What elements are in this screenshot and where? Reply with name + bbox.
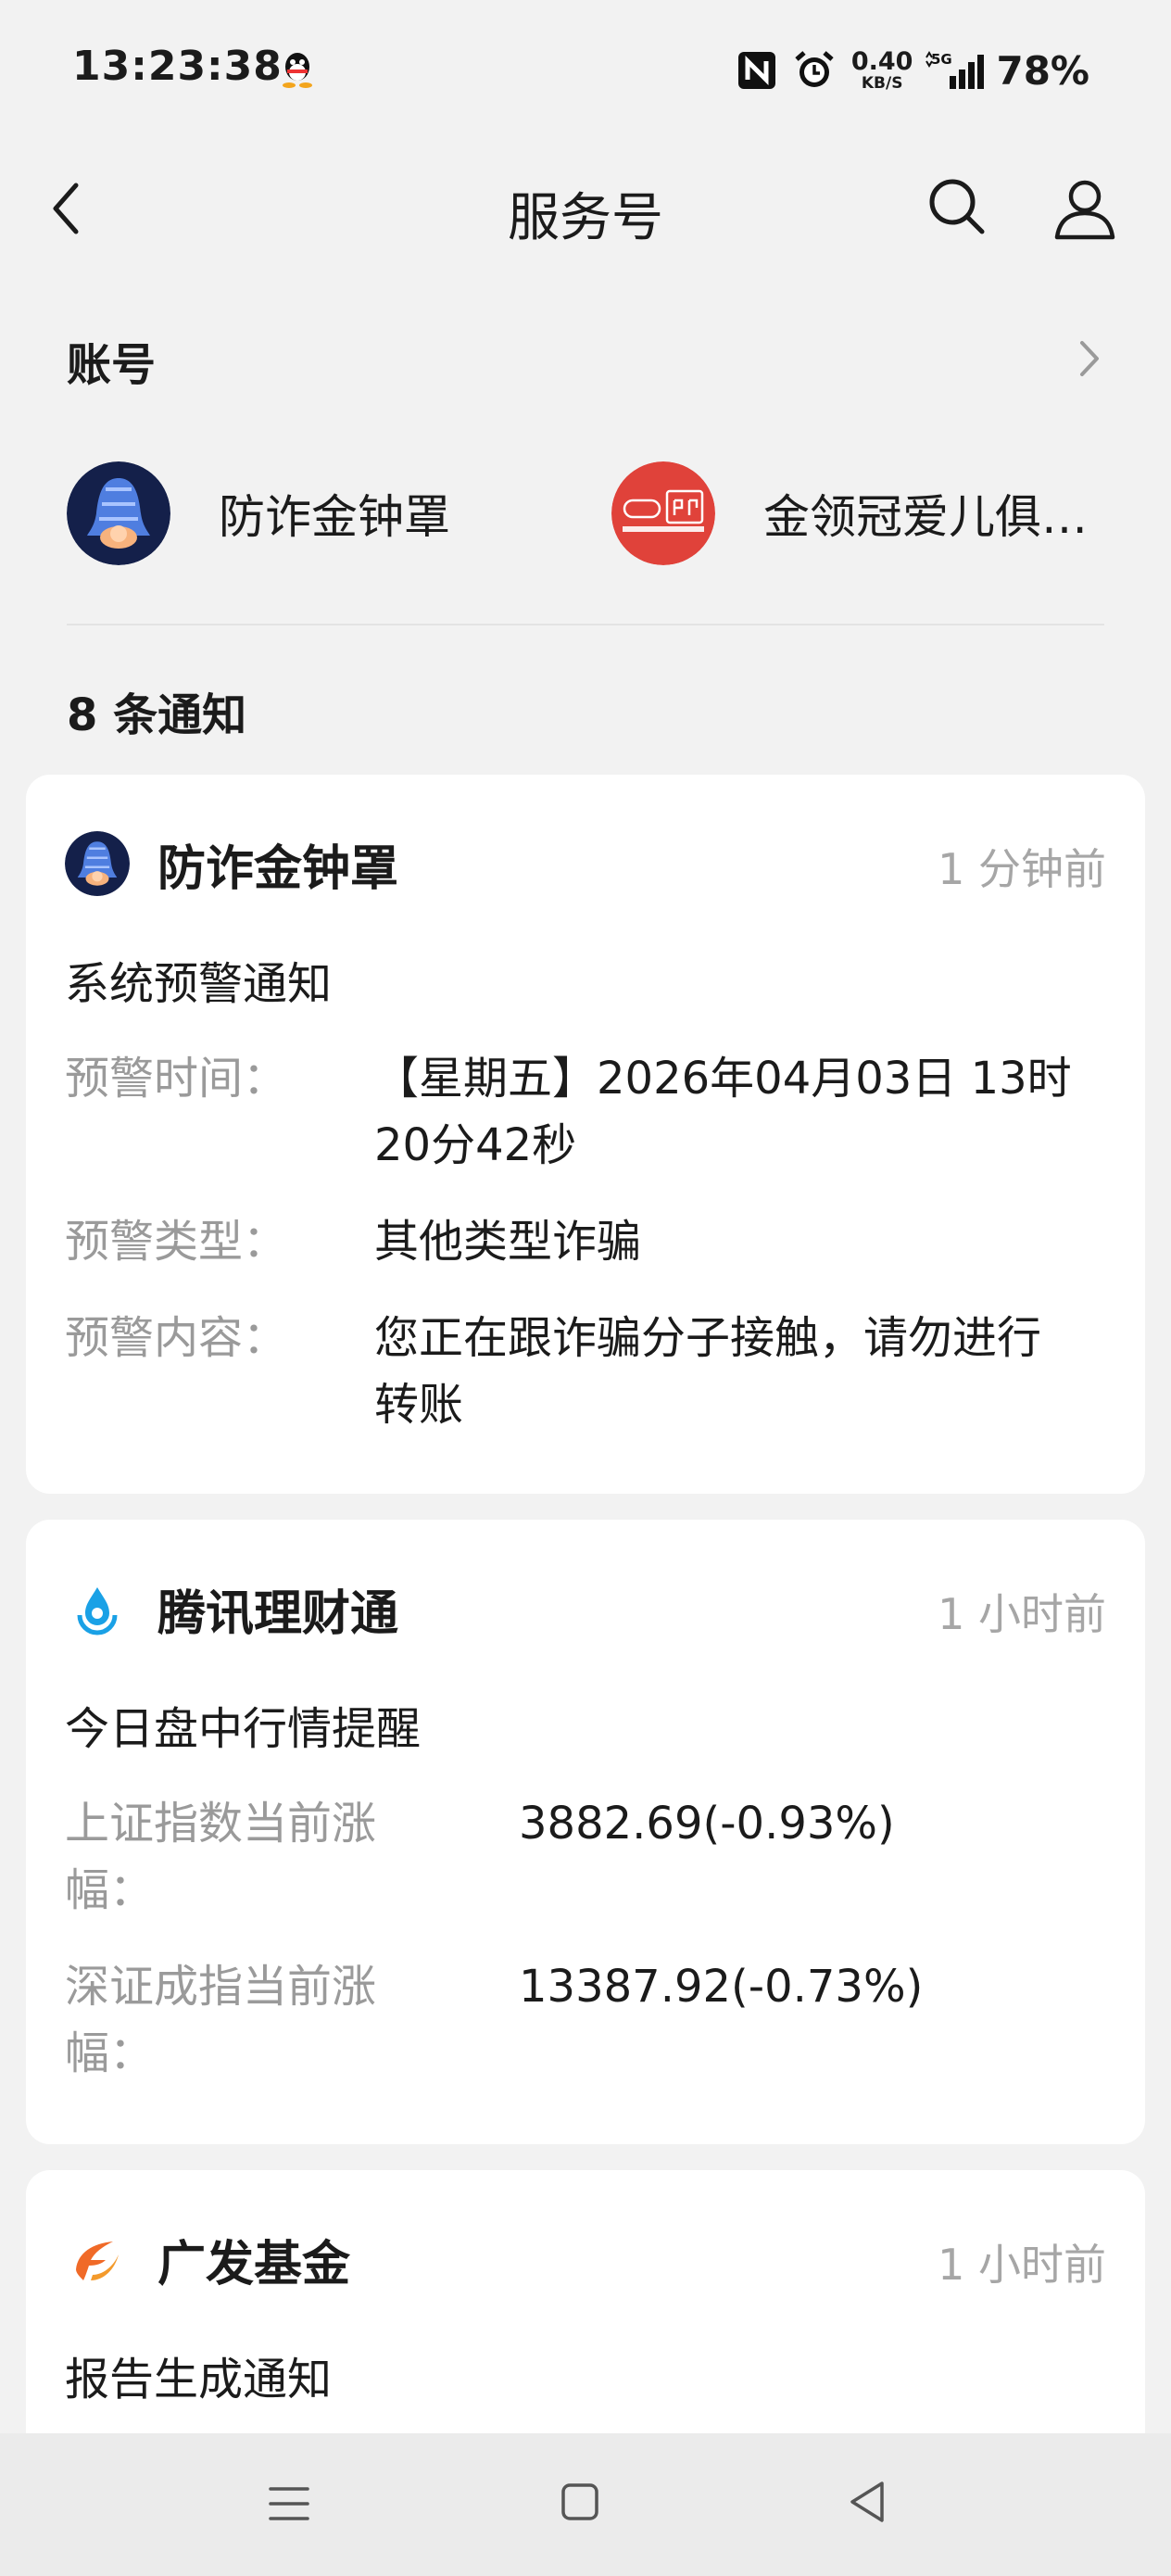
card-subject: 报告生成通知 xyxy=(65,2354,333,2406)
card-subject: 系统预警通知 xyxy=(65,958,333,1010)
card-timestamp: 1 分钟前 xyxy=(938,844,1106,894)
battery-level: 78% xyxy=(996,47,1089,94)
alarm-icon xyxy=(795,51,834,87)
card-header: 防诈金钟罩 xyxy=(65,830,398,897)
card-source-name: 防诈金钟罩 xyxy=(157,840,399,897)
chevron-right-icon[interactable] xyxy=(1075,335,1102,382)
search-icon[interactable] xyxy=(926,176,988,237)
field-value: 【星期五】2026年04月03日 13时 xyxy=(374,1053,1072,1105)
account-name: 防诈金钟罩 xyxy=(219,490,450,544)
nfc-icon xyxy=(737,52,775,89)
card-source-name: 腾讯理财通 xyxy=(157,1585,399,1642)
qq-icon xyxy=(283,53,312,88)
jinlingguan-club-avatar xyxy=(611,461,715,565)
field-label: 预警内容： xyxy=(65,1312,288,1364)
field-value: 您正在跟诈骗分子接触，请勿进行 xyxy=(374,1312,1042,1364)
signal-icon: 5G xyxy=(925,51,985,89)
card-header: 腾讯理财通 xyxy=(65,1575,398,1642)
network-type: 5G xyxy=(931,51,952,68)
licaitong-icon xyxy=(65,1576,130,1641)
status-icons: 0.40 KB/S 5G 78% xyxy=(737,43,1089,98)
card-timestamp: 1 小时前 xyxy=(938,1589,1106,1639)
card-timestamp: 1 小时前 xyxy=(938,2240,1106,2290)
account-item-fangzha[interactable]: 防诈金钟罩 xyxy=(67,461,450,565)
accounts-section-title: 账号 xyxy=(67,339,157,391)
field-value: 20分42秒 xyxy=(374,1119,577,1171)
field-value: 转账 xyxy=(374,1379,464,1431)
field-label: 预警时间： xyxy=(65,1053,288,1105)
field-label: 预警类型： xyxy=(65,1216,288,1268)
network-speed-value: 0.40 xyxy=(850,47,913,76)
field-label: 幅： xyxy=(65,2027,155,2079)
bell-shield-avatar xyxy=(67,461,170,565)
field-value: 3882.69(-0.93%) xyxy=(519,1798,895,1850)
notifications-count: 8 条通知 xyxy=(67,689,247,741)
card-header: 广发基金 xyxy=(65,2226,350,2292)
account-item-jinlingguan[interactable]: 金领冠爱儿俱… xyxy=(611,461,1088,565)
field-label: 幅： xyxy=(65,1864,155,1916)
network-speed-unit: KB/S xyxy=(861,74,903,93)
user-icon[interactable] xyxy=(1052,176,1117,241)
notification-card-fangzha[interactable]: 防诈金钟罩 1 分钟前 系统预警通知 预警时间： 【星期五】2026年04月03… xyxy=(26,775,1145,1494)
network-speed: 0.40 KB/S xyxy=(851,49,913,92)
menu-icon[interactable] xyxy=(267,2481,311,2526)
card-subject: 今日盘中行情提醒 xyxy=(65,1703,422,1755)
gf-fund-icon xyxy=(65,2227,130,2292)
field-label: 深证成指当前涨 xyxy=(65,1961,377,2013)
back-triangle-icon[interactable] xyxy=(845,2478,889,2526)
section-divider xyxy=(67,624,1104,625)
page-title: 服务号 xyxy=(508,188,663,248)
notification-card-licaitong[interactable]: 腾讯理财通 1 小时前 今日盘中行情提醒 上证指数当前涨 幅： 3882.69(… xyxy=(26,1520,1145,2144)
bell-shield-icon xyxy=(65,831,130,896)
top-nav-bar: 服务号 xyxy=(0,139,1171,278)
status-time: 13:23:38 xyxy=(72,43,283,90)
system-navigation-bar xyxy=(0,2433,1171,2576)
field-value: 其他类型诈骗 xyxy=(374,1216,642,1268)
field-label: 上证指数当前涨 xyxy=(65,1798,377,1850)
home-icon[interactable] xyxy=(560,2480,600,2524)
account-name: 金领冠爱儿俱… xyxy=(763,490,1088,544)
status-bar: 13:23:38 0.40 KB/S 5G 78% xyxy=(0,0,1171,139)
card-source-name: 广发基金 xyxy=(157,2236,351,2292)
field-value: 13387.92(-0.73%) xyxy=(519,1961,924,2013)
